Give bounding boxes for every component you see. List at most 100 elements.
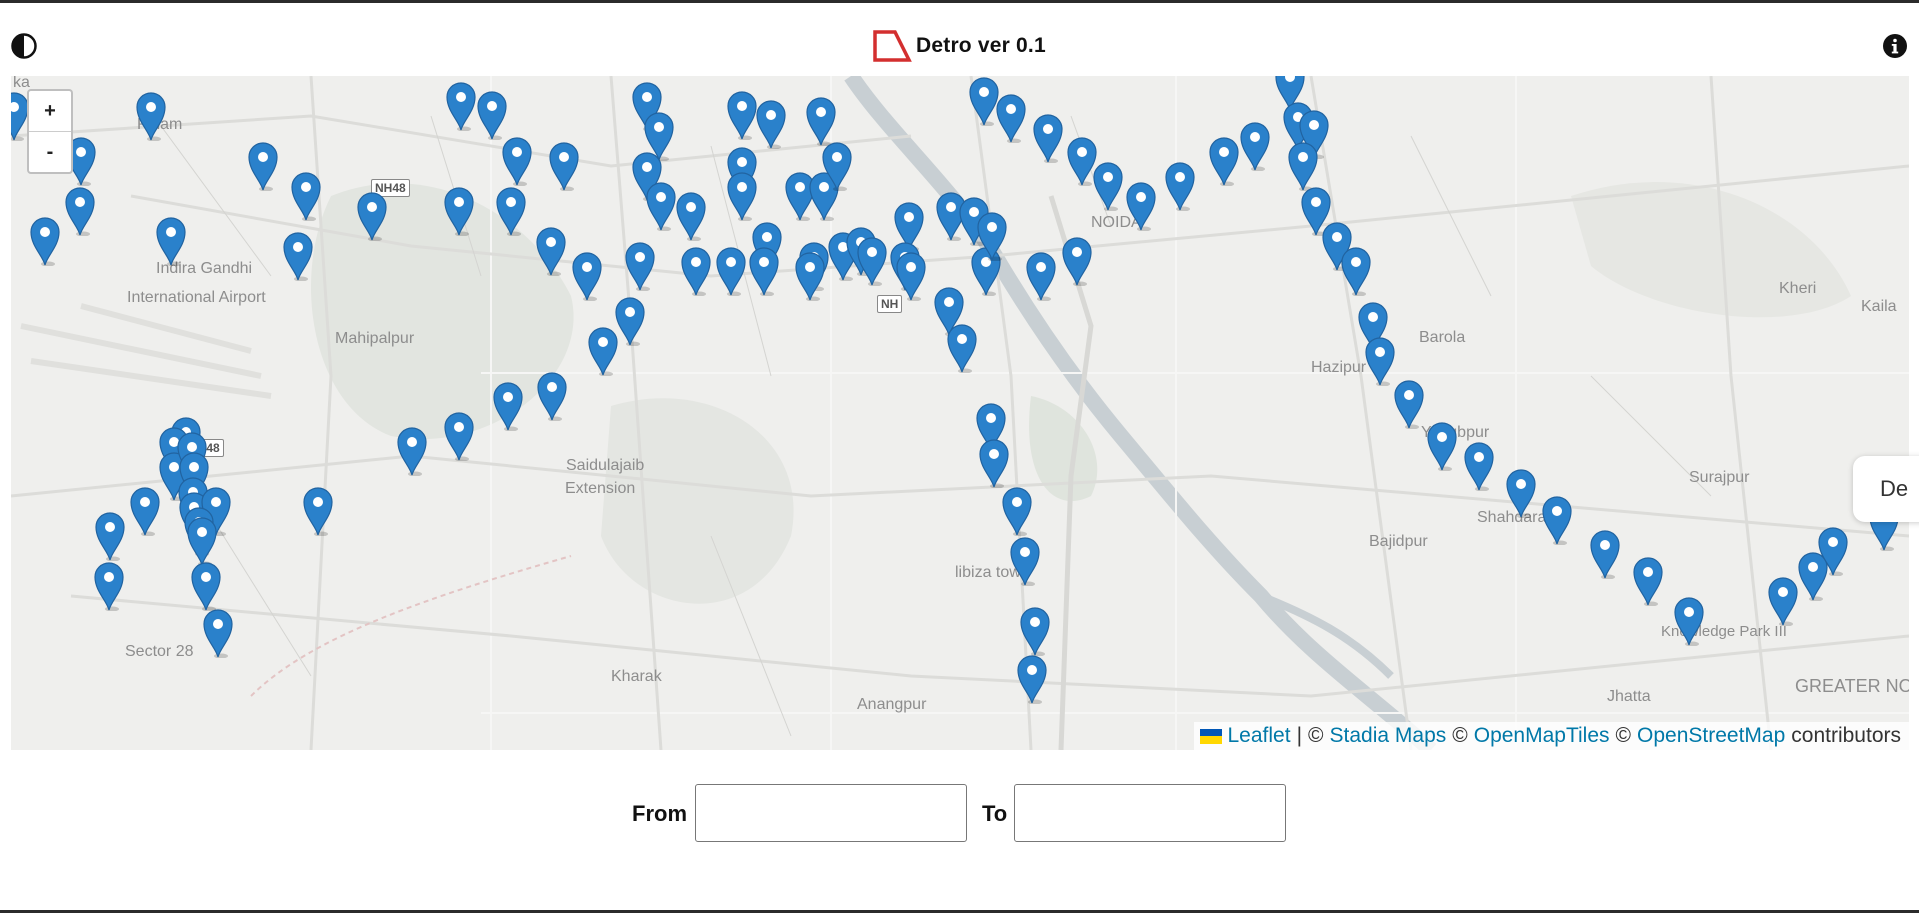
map-pin-icon[interactable] — [1009, 536, 1041, 586]
detro-logo-icon — [873, 30, 912, 62]
map-pin-icon[interactable] — [290, 171, 322, 221]
map-pin-icon[interactable] — [1239, 121, 1271, 171]
openmaptiles-link[interactable]: OpenMapTiles — [1474, 724, 1610, 748]
map-pin-icon[interactable] — [247, 141, 279, 191]
map-pin-icon[interactable] — [1025, 251, 1057, 301]
map-pin-icon[interactable] — [29, 216, 61, 266]
map-pin-icon[interactable] — [356, 191, 388, 241]
map-pin-icon[interactable] — [1463, 441, 1495, 491]
map-label: Anangpur — [857, 696, 927, 713]
map-pin-icon[interactable] — [492, 381, 524, 431]
map-pin-icon[interactable] — [536, 371, 568, 421]
route-form: From To — [0, 780, 1919, 850]
map-pin-icon[interactable] — [715, 246, 747, 296]
attribution-contributors: contributors — [1791, 724, 1901, 747]
map-pin-icon[interactable] — [995, 93, 1027, 143]
map-pin-icon[interactable] — [282, 231, 314, 281]
from-label: From — [632, 801, 687, 826]
map-pin-icon[interactable] — [1019, 606, 1051, 656]
to-input[interactable] — [1014, 784, 1286, 842]
brand: Detro ver 0.1 — [872, 29, 1046, 63]
map-pin-icon[interactable] — [64, 186, 96, 236]
map-pin-icon[interactable] — [1032, 113, 1064, 163]
map-label: Kheri — [1779, 280, 1817, 297]
map-pin-icon[interactable] — [1426, 421, 1458, 471]
map-pin-icon[interactable] — [1589, 529, 1621, 579]
map-label: Hazipur — [1311, 359, 1367, 376]
map-pin-icon[interactable] — [1092, 161, 1124, 211]
map-pin-icon[interactable] — [186, 516, 218, 566]
map-pin-icon[interactable] — [190, 561, 222, 611]
map-label: Barola — [1419, 329, 1466, 346]
map-pin-icon[interactable] — [501, 136, 533, 186]
map-pin-icon[interactable] — [680, 246, 712, 296]
map-view[interactable]: ka Palam Indira Gandhi International Air… — [11, 76, 1909, 750]
map-pin-icon[interactable] — [571, 251, 603, 301]
map-pin-icon[interactable] — [135, 91, 167, 141]
map-pin-icon[interactable] — [805, 96, 837, 146]
map-pin-icon[interactable] — [1393, 379, 1425, 429]
map-pin-icon[interactable] — [1164, 161, 1196, 211]
map-pin-icon[interactable] — [443, 186, 475, 236]
map-pin-icon[interactable] — [445, 81, 477, 131]
map-pin-icon[interactable] — [535, 226, 567, 276]
map-pin-icon[interactable] — [755, 99, 787, 149]
map-pin-icon[interactable] — [302, 486, 334, 536]
map-pin-icon[interactable] — [895, 251, 927, 301]
map-pin-icon[interactable] — [726, 90, 758, 140]
map-pin-icon[interactable] — [129, 486, 161, 536]
map-pin-icon[interactable] — [1541, 495, 1573, 545]
openstreetmap-link[interactable]: OpenStreetMap — [1637, 724, 1785, 748]
map-pin-icon[interactable] — [1767, 576, 1799, 626]
map-pin-icon[interactable] — [675, 191, 707, 241]
zoom-in-button[interactable]: + — [29, 91, 71, 131]
map-pin-icon[interactable] — [856, 236, 888, 286]
map-label: Mahipalpur — [335, 330, 415, 347]
map-pin-icon[interactable] — [587, 326, 619, 376]
map-pin-icon[interactable] — [726, 171, 758, 221]
map-pin-icon[interactable] — [794, 251, 826, 301]
map-label: Jhatta — [1607, 688, 1651, 705]
map-pin-icon[interactable] — [93, 561, 125, 611]
zoom-out-button[interactable]: - — [29, 131, 71, 172]
map-pin-icon[interactable] — [1287, 141, 1319, 191]
map-label: Kharak — [611, 668, 662, 685]
leaflet-link[interactable]: Leaflet — [1228, 724, 1291, 748]
map-pin-icon[interactable] — [396, 426, 428, 476]
stadia-maps-link[interactable]: Stadia Maps — [1330, 724, 1447, 748]
map-pin-icon[interactable] — [1364, 336, 1396, 386]
map-pin-icon[interactable] — [476, 90, 508, 140]
map-pin-icon[interactable] — [1125, 181, 1157, 231]
map-label: International Airport — [127, 289, 266, 306]
map-pin-icon[interactable] — [1817, 526, 1849, 576]
map-pin-icon[interactable] — [548, 141, 580, 191]
map-label: Saidulajaib — [566, 457, 645, 474]
map-pin-icon[interactable] — [645, 181, 677, 231]
info-icon[interactable] — [1882, 33, 1908, 59]
map-pin-icon[interactable] — [443, 411, 475, 461]
map-pin-icon[interactable] — [821, 141, 853, 191]
to-label: To — [982, 801, 1008, 826]
map-pin-icon[interactable] — [155, 216, 187, 266]
map-pin-icon[interactable] — [1001, 486, 1033, 536]
map-pin-icon[interactable] — [1061, 236, 1093, 286]
map-pin-icon[interactable] — [1016, 654, 1048, 704]
map-label: Extension — [565, 480, 636, 497]
map-pin-icon[interactable] — [94, 511, 126, 561]
half-circle-contrast-icon[interactable] — [10, 32, 38, 60]
map-pin-icon[interactable] — [1340, 246, 1372, 296]
map-pin-icon[interactable] — [202, 608, 234, 658]
map-pin-icon[interactable] — [1673, 596, 1705, 646]
map-pin-icon[interactable] — [1632, 556, 1664, 606]
map-pin-icon[interactable] — [495, 186, 527, 236]
map-label: Kaila — [1861, 298, 1897, 315]
map-pin-icon[interactable] — [1208, 136, 1240, 186]
map-pin-icon[interactable] — [624, 241, 656, 291]
map-pin-icon[interactable] — [946, 323, 978, 373]
map-pin-icon[interactable] — [976, 211, 1008, 261]
side-panel-peek[interactable]: De — [1853, 456, 1919, 522]
from-input[interactable] — [695, 784, 967, 842]
map-pin-icon[interactable] — [1505, 468, 1537, 518]
map-pin-icon[interactable] — [978, 438, 1010, 488]
map-pin-icon[interactable] — [748, 246, 780, 296]
